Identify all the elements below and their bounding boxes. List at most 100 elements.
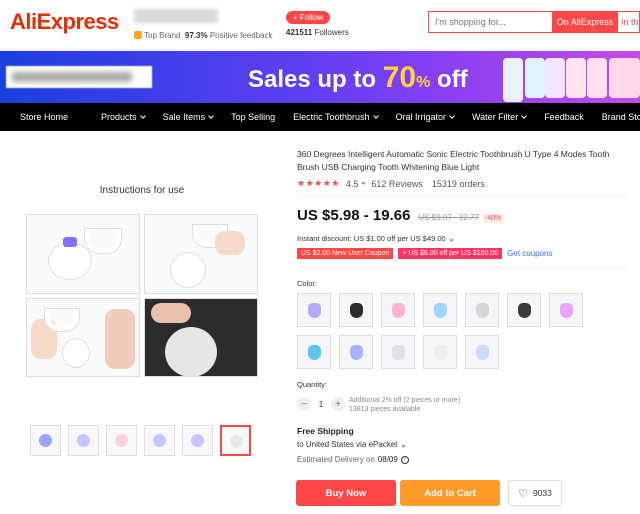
search-input[interactable]	[429, 12, 552, 32]
increase-quantity-button[interactable]: +	[331, 397, 345, 411]
thumbnail[interactable]	[30, 425, 61, 456]
follow-button[interactable]: + Follow	[286, 11, 331, 24]
store-meta: Top Brand 97.3% Positive feedback	[134, 31, 274, 40]
promo-banner[interactable]: Sales up to 70% off	[0, 51, 640, 103]
wishlist-count: 9033	[532, 488, 552, 498]
instruction-photo-1	[26, 214, 140, 294]
orders-count: 15319 orders	[431, 178, 485, 189]
star-rating-icons: ★★★★★	[297, 178, 340, 188]
thumbnail-active[interactable]	[220, 425, 251, 456]
banner-product-image	[587, 58, 607, 98]
color-swatch[interactable]	[423, 293, 457, 327]
chevron-down-icon[interactable]	[361, 180, 366, 185]
nav-item-top-selling[interactable]: Top Selling	[222, 112, 284, 122]
color-swatch[interactable]	[465, 335, 499, 369]
followers-count: 421511	[286, 28, 313, 37]
color-swatch[interactable]	[339, 293, 373, 327]
chevron-down-icon	[449, 237, 454, 242]
color-swatches	[297, 293, 587, 369]
help-icon[interactable]: ?	[400, 455, 409, 464]
get-coupons-link[interactable]: Get coupons	[507, 249, 552, 258]
instant-discount[interactable]: Instant discount: US $1.00 off per US $4…	[297, 234, 454, 243]
banner-product-image	[609, 58, 640, 98]
nav-item-store-home[interactable]: Store Home	[0, 112, 92, 122]
top-brand-badge: Top Brand	[144, 31, 181, 40]
divider	[297, 268, 627, 269]
coupon-store[interactable]: + US $8.00 off per US $150.00	[398, 248, 503, 259]
color-label: Color:	[297, 279, 318, 288]
main-product-image[interactable]: Instructions for use	[26, 171, 258, 379]
nav-item-brand-story[interactable]: Brand Story	[593, 112, 640, 122]
heart-icon: ♡	[518, 487, 528, 500]
followers-label: Followers	[314, 28, 349, 37]
thumbnail[interactable]	[106, 425, 137, 456]
stock-available: 13813 pieces available	[349, 406, 421, 413]
chevron-down-icon	[400, 443, 406, 448]
nav-item-electric-toothbrush[interactable]: Electric Toothbrush	[284, 112, 386, 122]
chevron-down-icon	[208, 112, 214, 119]
reviews-count[interactable]: 612 Reviews	[371, 179, 423, 189]
instruction-photo-2	[144, 214, 258, 294]
color-swatch[interactable]	[297, 293, 331, 327]
thumbnail[interactable]	[144, 425, 175, 456]
store-nav: Store Home Products Sale Items Top Selling E…	[0, 103, 640, 131]
color-swatch[interactable]	[339, 335, 373, 369]
crown-icon	[134, 31, 142, 39]
color-swatch[interactable]	[549, 293, 583, 327]
quantity-label: Quantity:	[297, 380, 328, 389]
color-swatch[interactable]	[381, 335, 415, 369]
quantity-note: Additional 2% off (2 pieces or more) 138…	[349, 396, 460, 414]
color-swatch[interactable]	[297, 335, 331, 369]
original-price: US $9.97 - 32.77	[418, 213, 479, 222]
eta-label: Estimated Delivery on	[297, 455, 375, 464]
nav-item-oral-irrigator[interactable]: Oral Irrigator	[387, 112, 464, 122]
store-name-blurred[interactable]	[134, 9, 218, 23]
banner-product-image	[525, 58, 545, 98]
instruction-photo-3	[26, 297, 140, 377]
chevron-down-icon	[139, 112, 146, 119]
banner-text-suffix: off	[436, 66, 468, 93]
thumbnail[interactable]	[68, 425, 99, 456]
color-swatch[interactable]	[423, 335, 457, 369]
rating-row: ★★★★★ 4.5 612 Reviews 15319 orders	[297, 178, 485, 189]
shipping-destination[interactable]: to United States via ePacket	[297, 440, 406, 449]
banner-product-image	[503, 58, 523, 102]
nav-item-feedback[interactable]: Feedback	[535, 112, 593, 122]
current-price: US $5.98 - 19.66	[297, 207, 411, 224]
banner-percent: 70	[382, 61, 417, 94]
rating-score: 4.5	[345, 178, 359, 189]
instruction-photo-4	[144, 297, 258, 377]
price-row: US $5.98 - 19.66 US $9.97 - 32.77 -40%	[297, 207, 504, 224]
color-swatch[interactable]	[465, 293, 499, 327]
color-swatch[interactable]	[381, 293, 415, 327]
add-to-cart-button[interactable]: Add to Cart	[400, 480, 500, 506]
thumbnail-strip	[30, 425, 251, 456]
chevron-down-icon	[449, 112, 455, 119]
thumbnail[interactable]	[182, 425, 213, 456]
coupon-new-user[interactable]: US $2.00 New User Coupon	[297, 248, 394, 259]
feedback-label: Positive feedback	[209, 31, 273, 40]
banner-headline: Sales up to 70% off	[248, 61, 468, 95]
feedback-percent: 97.3%	[184, 31, 208, 40]
decrease-quantity-button[interactable]: −	[297, 397, 311, 411]
quantity-value[interactable]: 1	[311, 400, 331, 409]
banner-blurred-label	[6, 66, 152, 88]
aliexpress-logo[interactable]: AliExpress	[10, 9, 119, 35]
nav-item-water-filter[interactable]: Water Filter	[463, 112, 535, 122]
banner-text-prefix: Sales up to	[248, 66, 377, 93]
buy-now-button[interactable]: Buy Now	[296, 480, 396, 506]
banner-percent-sign: %	[416, 74, 431, 91]
search-aliexpress-button[interactable]: On AliExpress	[552, 12, 618, 32]
nav-item-sale-items[interactable]: Sale Items	[154, 112, 223, 122]
nav-item-products[interactable]: Products	[92, 112, 154, 122]
store-header: AliExpress Top Brand 97.3% Positive feed…	[0, 0, 640, 50]
wishlist-button[interactable]: ♡ 9033	[508, 480, 562, 506]
instruction-grid	[26, 214, 258, 377]
quantity-stepper: − 1 +	[297, 397, 345, 411]
banner-product-image	[566, 58, 586, 98]
chevron-down-icon	[521, 112, 528, 119]
color-swatch[interactable]	[507, 293, 541, 327]
eta-date: 08/09	[377, 455, 398, 464]
discount-badge: -40%	[482, 214, 504, 223]
search-store-button[interactable]: In this store	[618, 12, 639, 32]
